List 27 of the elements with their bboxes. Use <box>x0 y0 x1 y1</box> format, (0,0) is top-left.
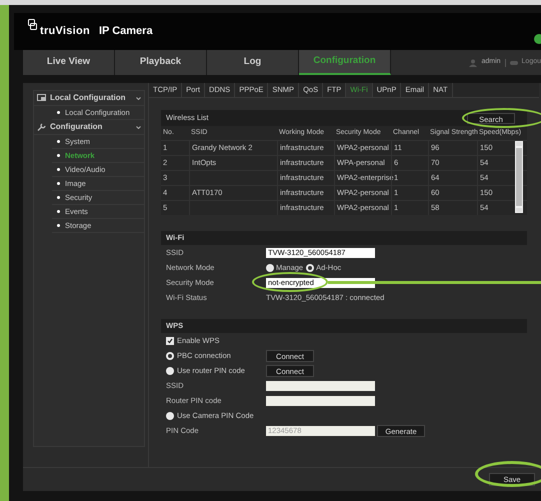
user-icon <box>469 58 478 66</box>
chevron-icon <box>136 96 141 100</box>
wrench-icon <box>37 123 46 131</box>
logout-icon <box>510 60 518 66</box>
scrollbar[interactable] <box>515 141 523 213</box>
product-title: IP Camera <box>98 24 153 40</box>
annotation-ellipse <box>475 461 541 487</box>
router-pin-field[interactable] <box>266 396 375 406</box>
monitor-icon <box>37 94 46 102</box>
group-label: Configuration <box>50 121 104 133</box>
help-icon[interactable] <box>534 34 541 44</box>
checkbox[interactable] <box>166 336 174 344</box>
radio-button[interactable] <box>306 264 314 272</box>
wps-ssid-field[interactable] <box>266 380 375 390</box>
radio-button[interactable] <box>166 412 174 420</box>
logo: truVision <box>40 24 90 40</box>
group-label: Local Configuration <box>50 92 127 104</box>
nav-tab[interactable]: Playback <box>115 50 207 75</box>
sidebar-group[interactable]: Local Configuration <box>34 91 144 106</box>
radio-button[interactable] <box>266 264 274 272</box>
chevron-icon <box>136 126 141 128</box>
logo-icon <box>28 19 37 31</box>
sidebar-group[interactable]: Configuration <box>34 120 144 135</box>
radio-button[interactable] <box>166 366 174 374</box>
nav-tab[interactable]: Live View <box>23 50 115 75</box>
nav-tab[interactable]: Log <box>207 50 299 75</box>
radio-button[interactable] <box>166 352 174 360</box>
